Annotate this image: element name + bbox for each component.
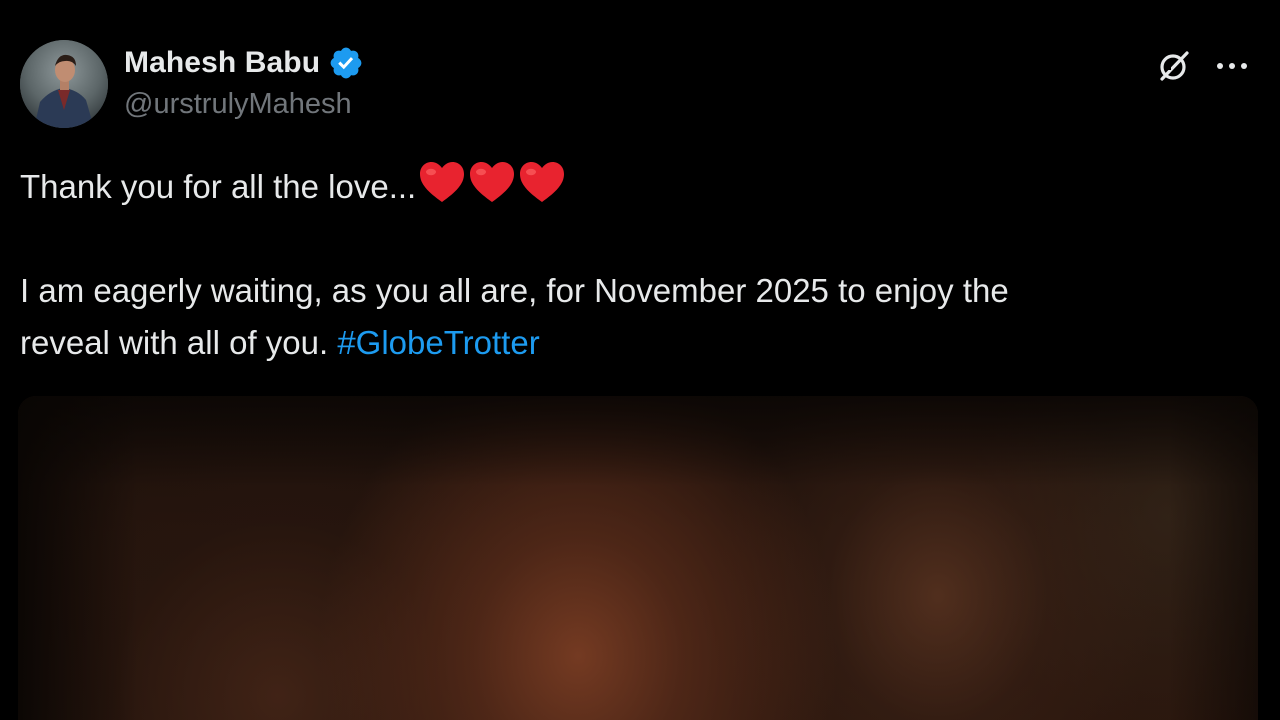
red-heart-emoji-icon [420, 162, 465, 202]
post-text-line-1: Thank you for all the love... [20, 160, 1240, 213]
grok-icon[interactable] [1154, 46, 1194, 86]
media-shade-right [1168, 396, 1258, 720]
name-row: Mahesh Babu [124, 42, 364, 84]
post-text-reveal: reveal with all of you. [20, 324, 338, 361]
post-header: Mahesh Babu @urstrulyMahesh [18, 40, 1262, 130]
media-shade-left [18, 396, 138, 720]
post-media-image[interactable] [18, 396, 1258, 720]
author-avatar[interactable] [20, 40, 108, 128]
author-display-name[interactable]: Mahesh Babu [124, 46, 320, 80]
author-block: Mahesh Babu @urstrulyMahesh [124, 42, 364, 121]
red-heart-emoji-icon [470, 162, 515, 202]
media-shade-top [18, 396, 1258, 486]
hearts-emoji-group [418, 160, 568, 204]
profile-photo-icon [20, 40, 108, 128]
header-actions [1154, 46, 1252, 86]
post-text-line-2: I am eagerly waiting, as you all are, fo… [20, 272, 1009, 309]
author-handle[interactable]: @urstrulyMahesh [124, 88, 364, 121]
post-view: Mahesh Babu @urstrulyMahesh Thank you fo… [0, 0, 1280, 720]
red-heart-emoji-icon [520, 162, 565, 202]
verified-badge-icon[interactable] [328, 45, 364, 81]
more-options-icon[interactable] [1212, 46, 1252, 86]
post-text: Thank you for all the love... I am eager… [20, 160, 1240, 369]
post-text-line-3: reveal with all of you. #GlobeTrotter [20, 317, 1240, 369]
hashtag-link[interactable]: #GlobeTrotter [337, 324, 539, 361]
post-text-thanks: Thank you for all the love... [20, 168, 417, 205]
